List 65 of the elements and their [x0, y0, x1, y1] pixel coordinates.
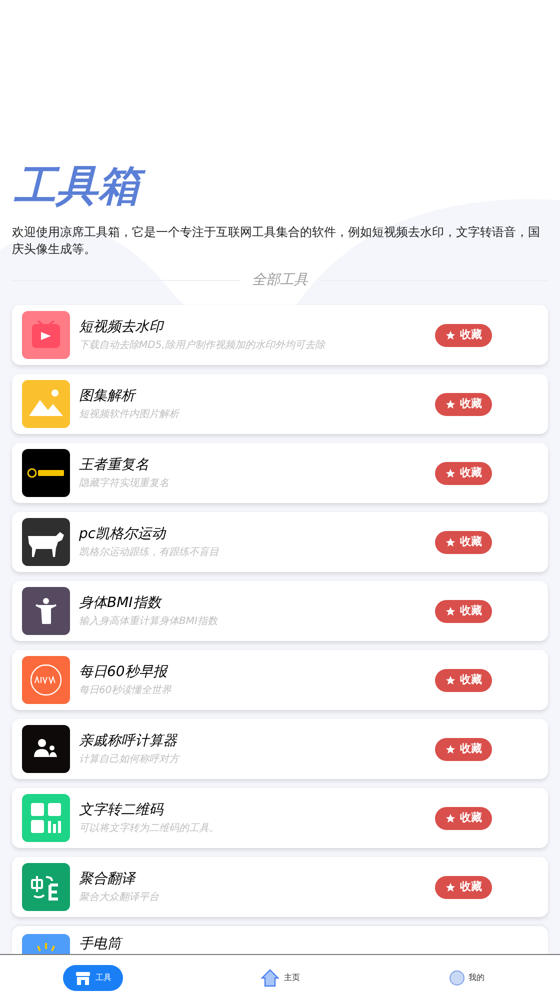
flashlight-icon: [22, 934, 70, 954]
game-logo-icon: [22, 449, 70, 497]
star-icon: [445, 882, 456, 892]
person-icon: [22, 587, 70, 635]
tool-title: 短视频去水印: [79, 318, 163, 336]
grid-chart-icon: [22, 794, 70, 842]
star-icon: [445, 398, 456, 410]
favorite-button[interactable]: 收藏: [435, 806, 492, 830]
favorite-button[interactable]: 收藏: [435, 324, 492, 346]
favorite-button[interactable]: 收藏: [435, 530, 492, 554]
tool-description: 凯格尔运动跟练，有跟练不盲目: [79, 546, 219, 560]
star-icon: [445, 812, 456, 824]
section-title: 全部工具: [252, 271, 308, 290]
nav-tab[interactable]: 工具: [63, 964, 124, 990]
nav-tab[interactable]: 我的: [436, 964, 497, 990]
tool-description: 短视频软件内图片解析: [79, 408, 179, 422]
favorite-button[interactable]: 收藏: [435, 668, 492, 692]
mountain-image-icon: [22, 380, 70, 428]
tv-icon: [22, 311, 70, 359]
star-icon: [445, 536, 456, 548]
tool-title: 亲戚称呼计算器: [79, 732, 177, 750]
news-badge-icon: [22, 656, 70, 704]
tool-description: 聚合大众翻译平台: [79, 890, 159, 904]
intro-text: 欢迎使用凉席工具箱，它是一个专注于互联网工具集合的软件，例如短视频去水印，文字转语音，国庆头像生成等。: [11, 224, 541, 258]
star-icon: [445, 674, 456, 686]
tool-card[interactable]: 文字转二维码 可以将文字转为二维码的工具。 收藏: [12, 788, 548, 848]
cow-icon: [22, 518, 70, 566]
tool-title: 身体BMI指数: [79, 594, 161, 612]
tool-title: 图集解析: [79, 386, 135, 404]
star-icon: [445, 606, 456, 616]
star-icon: [445, 330, 456, 340]
shop-icon: [75, 970, 92, 986]
tool-description: 每日60秒读懂全世界: [79, 684, 172, 698]
tool-card[interactable]: 短视频去水印 下载自动去除MD5,除用户制作视频加的水印外均可去除 收藏: [12, 305, 548, 365]
favorite-button[interactable]: 收藏: [435, 462, 492, 484]
page-title: 工具箱: [0, 160, 154, 212]
tool-card[interactable]: pc凯格尔运动 凯格尔运动跟练，有跟练不盲目 收藏: [12, 512, 548, 572]
nav-tab[interactable]: 主页: [248, 964, 312, 990]
tool-title: pc凯格尔运动: [79, 524, 166, 542]
favorite-button[interactable]: 收藏: [435, 738, 492, 760]
tool-title: 每日60秒早报: [79, 662, 167, 680]
tool-card[interactable]: 每日60秒早报 每日60秒读懂全世界 收藏: [12, 650, 548, 710]
tool-title: 聚合翻译: [79, 870, 135, 888]
tool-card[interactable]: 王者重复名 隐藏字符实现重复名 收藏: [12, 443, 548, 503]
tool-description: 输入身高体重计算身体BMI指数: [79, 614, 218, 628]
star-icon: [445, 468, 456, 478]
tool-description: 计算自己如何称呼对方: [79, 752, 179, 766]
tool-title: 王者重复名: [79, 456, 149, 474]
tool-title: 手电筒: [79, 935, 121, 953]
star-icon: [445, 744, 456, 754]
avatar-icon: [448, 970, 465, 986]
tool-card[interactable]: 手电筒: [12, 926, 548, 954]
translate-icon: [22, 863, 70, 911]
favorite-button[interactable]: 收藏: [435, 392, 492, 416]
tool-card[interactable]: 图集解析 短视频软件内图片解析 收藏: [12, 374, 548, 434]
family-icon: [22, 725, 70, 773]
tool-card[interactable]: 亲戚称呼计算器 计算自己如何称呼对方 收藏: [12, 719, 548, 779]
tool-description: 隐藏字符实现重复名: [79, 476, 169, 490]
tool-card[interactable]: 聚合翻译 聚合大众翻译平台 收藏: [12, 857, 548, 917]
favorite-button[interactable]: 收藏: [435, 876, 492, 898]
tool-card[interactable]: 身体BMI指数 输入身高体重计算身体BMI指数 收藏: [12, 581, 548, 641]
tool-description: 可以将文字转为二维码的工具。: [79, 822, 219, 836]
tool-title: 文字转二维码: [79, 800, 163, 818]
favorite-button[interactable]: 收藏: [435, 600, 492, 622]
tool-description: 下载自动去除MD5,除用户制作视频加的水印外均可去除: [79, 338, 325, 352]
